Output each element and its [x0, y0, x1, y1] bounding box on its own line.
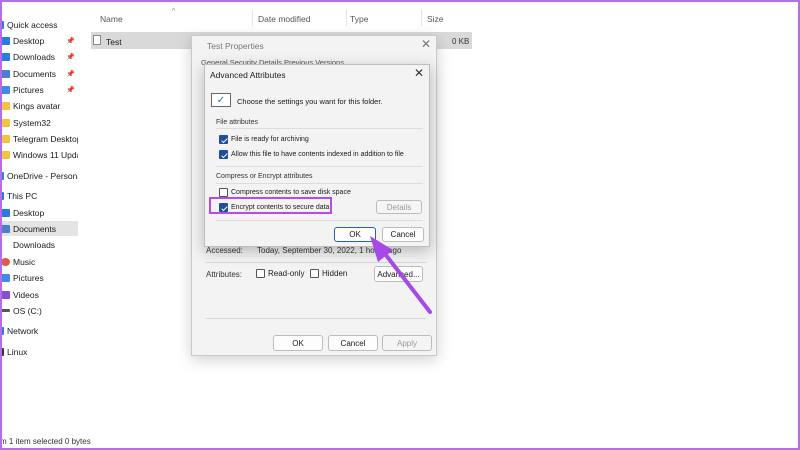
network-icon	[1, 326, 4, 335]
divider	[206, 262, 426, 263]
compress-checkbox[interactable]: Compress contents to save disk space	[219, 188, 351, 197]
properties-ok-button[interactable]: OK	[273, 335, 323, 351]
documents-folder-icon	[1, 69, 10, 78]
videos-folder-icon	[1, 290, 10, 299]
cloud-icon	[1, 171, 4, 180]
pin-icon: 📌	[66, 37, 75, 45]
accessed-label: Accessed:	[206, 246, 243, 255]
folder-icon	[1, 150, 10, 159]
downloads-folder-icon	[1, 52, 10, 61]
divider	[206, 318, 426, 319]
sidebar-item-windows-11-update[interactable]: Windows 11 Update	[0, 147, 78, 162]
sidebar-item-kings-avatar[interactable]: Kings avatar	[0, 98, 78, 113]
checkbox-box	[219, 188, 228, 197]
pictures-folder-icon	[1, 273, 10, 282]
star-icon	[1, 20, 4, 29]
sidebar-item-system32[interactable]: System32	[0, 115, 78, 130]
column-separator	[421, 10, 422, 26]
checkbox-box	[219, 150, 228, 159]
attributes-label: Attributes:	[206, 270, 243, 279]
properties-apply-button[interactable]: Apply	[382, 335, 432, 351]
pin-icon: 📌	[66, 53, 75, 61]
file-name: Test	[106, 37, 122, 47]
encrypt-highlight-box	[209, 197, 332, 214]
sort-caret-icon: ^	[172, 8, 176, 15]
pictures-folder-icon	[1, 85, 10, 94]
column-header-date-modified[interactable]: Date modified	[258, 14, 310, 24]
sidebar-item-pc-desktop[interactable]: Desktop	[0, 205, 78, 220]
readonly-checkbox[interactable]: Read-only	[256, 269, 304, 278]
sidebar-item-downloads[interactable]: Downloads 📌	[0, 49, 78, 64]
advanced-button[interactable]: Advanced...	[374, 266, 423, 282]
folder-icon	[1, 118, 10, 127]
drive-icon	[1, 309, 10, 312]
advanced-cancel-button[interactable]: Cancel	[382, 227, 424, 242]
close-icon[interactable]: ✕	[421, 37, 431, 51]
column-separator	[346, 10, 347, 26]
divider	[216, 166, 423, 167]
advanced-ok-button[interactable]: OK	[334, 227, 376, 242]
folder-icon	[1, 134, 10, 143]
sidebar-quick-access[interactable]: Quick access	[0, 17, 78, 32]
pin-icon: 📌	[66, 86, 75, 94]
close-icon[interactable]: ✕	[414, 66, 424, 80]
advanced-title: Advanced Attributes	[210, 70, 286, 80]
sidebar-item-network[interactable]: Network	[0, 323, 78, 338]
sidebar-item-os-c[interactable]: OS (C:)	[0, 303, 78, 318]
downloads-folder-icon	[1, 241, 10, 249]
checkbox-box	[310, 269, 319, 278]
sidebar-item-pc-pictures[interactable]: Pictures	[0, 270, 78, 285]
column-header-type[interactable]: Type	[350, 14, 368, 24]
properties-cancel-button[interactable]: Cancel	[328, 335, 378, 351]
checkmark-icon: ✓	[211, 93, 231, 107]
index-checkbox[interactable]: Allow this file to have contents indexed…	[219, 150, 404, 159]
divider	[216, 128, 423, 129]
accessed-value: Today, September 30, 2022, 1 hours ago	[257, 246, 402, 255]
hidden-checkbox[interactable]: Hidden	[310, 269, 347, 278]
sidebar-item-pc-music[interactable]: Music	[0, 254, 78, 269]
divider	[216, 220, 423, 221]
column-separator	[252, 10, 253, 26]
sidebar-item-onedrive[interactable]: OneDrive - Personal	[0, 168, 78, 183]
properties-title: Test Properties	[207, 41, 264, 51]
desktop-folder-icon	[1, 208, 10, 217]
computer-icon	[1, 191, 4, 200]
compress-encrypt-title: Compress or Encrypt attributes	[216, 173, 313, 180]
desktop-folder-icon	[1, 36, 10, 45]
sidebar-item-linux[interactable]: Linux	[0, 344, 78, 359]
navigation-pane: Quick access Desktop 📌 Downloads 📌 Docum…	[0, 14, 80, 434]
documents-folder-icon	[1, 224, 10, 233]
file-size: 0 KB	[452, 37, 470, 46]
sidebar-item-documents[interactable]: Documents 📌	[0, 66, 78, 81]
checkbox-box	[256, 269, 265, 278]
sidebar-item-telegram-desktop[interactable]: Telegram Desktop	[0, 131, 78, 146]
checkbox-box	[219, 135, 228, 144]
folder-icon	[1, 101, 10, 110]
file-icon	[93, 35, 101, 45]
status-bar: m 1 item selected 0 bytes	[0, 437, 91, 446]
sidebar-item-this-pc[interactable]: This PC	[0, 188, 78, 203]
music-folder-icon	[1, 257, 10, 266]
linux-icon	[1, 347, 4, 356]
details-button[interactable]: Details	[376, 200, 422, 214]
column-header-name[interactable]: Name	[100, 14, 123, 24]
sidebar-item-desktop[interactable]: Desktop 📌	[0, 33, 78, 48]
advanced-attributes-dialog: Advanced Attributes ✕ ✓ Choose the setti…	[204, 64, 430, 247]
sidebar-item-pc-downloads[interactable]: Downloads	[0, 237, 78, 252]
column-header-size[interactable]: Size	[427, 14, 444, 24]
sidebar-item-pictures[interactable]: Pictures 📌	[0, 82, 78, 97]
advanced-description: Choose the settings you want for this fo…	[237, 97, 383, 106]
pin-icon: 📌	[66, 70, 75, 78]
archiving-checkbox[interactable]: File is ready for archiving	[219, 135, 309, 144]
divider	[216, 183, 423, 184]
sidebar-item-pc-videos[interactable]: Videos	[0, 287, 78, 302]
file-attributes-title: File attributes	[216, 119, 259, 126]
sidebar-item-pc-documents[interactable]: Documents	[0, 221, 78, 236]
